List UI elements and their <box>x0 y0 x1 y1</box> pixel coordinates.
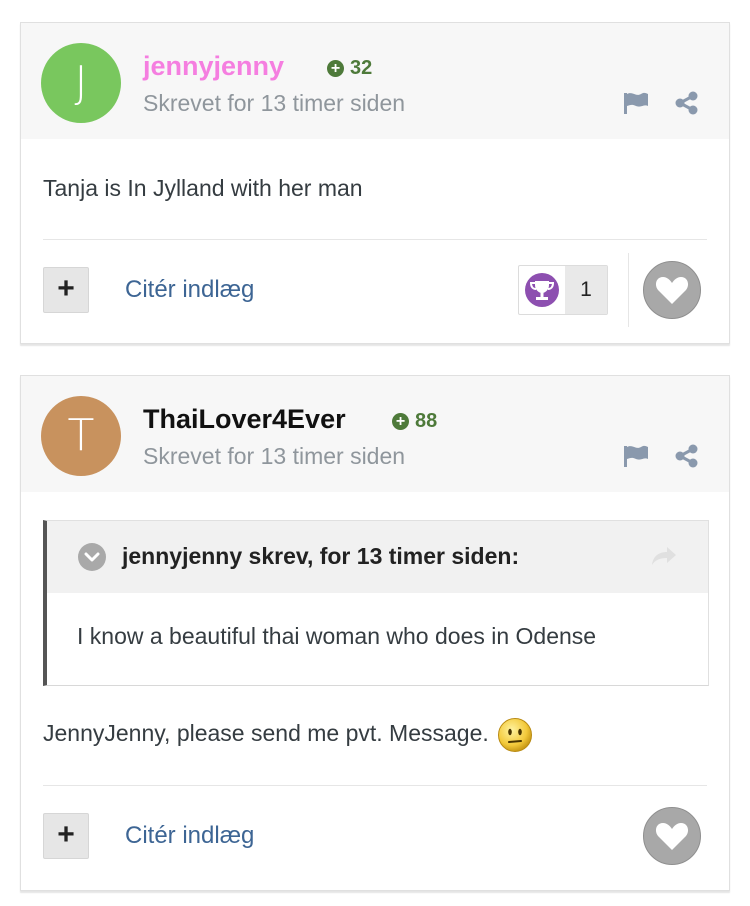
report-flag-icon[interactable] <box>622 444 650 468</box>
quote-body: I know a beautiful thai woman who does i… <box>77 623 597 649</box>
quote-post-link[interactable]: Citér indlæg <box>125 275 254 305</box>
trophy-icon <box>525 273 559 307</box>
divider <box>43 785 707 786</box>
avatar[interactable]: J <box>41 43 121 123</box>
post-header: T ThaiLover4Ever + 88 Skrevet for 13 tim… <box>21 376 729 492</box>
reputation-badge: + 32 <box>327 57 372 79</box>
reputation-plus-icon: + <box>327 59 344 77</box>
reaction-count: 1 <box>565 266 607 314</box>
like-button[interactable] <box>643 807 701 865</box>
quote-header[interactable]: jennyjenny skrev, for 13 timer siden: <box>47 521 708 593</box>
post-header: J jennyjenny + 32 Skrevet for 13 timer s… <box>21 23 729 139</box>
share-icon[interactable] <box>673 91 701 115</box>
reaction-summary[interactable]: 1 <box>518 265 608 315</box>
avatar[interactable]: T <box>41 396 121 476</box>
confused-face-icon <box>497 718 532 752</box>
share-icon[interactable] <box>673 444 701 468</box>
post-content: Tanja is In Jylland with her man <box>43 175 363 201</box>
forum-post: J jennyjenny + 32 Skrevet for 13 timer s… <box>20 22 730 344</box>
heart-icon <box>655 823 689 850</box>
reputation-badge: + 88 <box>392 410 437 432</box>
heart-icon <box>655 277 689 304</box>
blockquote: jennyjenny skrev, for 13 timer siden: I … <box>43 520 709 686</box>
forum-post: T ThaiLover4Ever + 88 Skrevet for 13 tim… <box>20 375 730 891</box>
vertical-divider <box>628 253 629 327</box>
go-to-quote-arrow-icon[interactable] <box>650 545 678 567</box>
chevron-down-icon[interactable] <box>78 543 106 571</box>
post-timestamp[interactable]: Skrevet for 13 timer siden <box>143 89 405 117</box>
report-flag-icon[interactable] <box>622 91 650 115</box>
reputation-count: 32 <box>350 57 373 79</box>
reputation-plus-icon: + <box>392 412 409 430</box>
post-timestamp[interactable]: Skrevet for 13 timer siden <box>143 442 405 470</box>
reputation-count: 88 <box>415 410 438 432</box>
author-name[interactable]: jennyjenny <box>143 49 284 83</box>
divider <box>43 239 707 240</box>
author-name[interactable]: ThaiLover4Ever <box>143 402 346 436</box>
post-content: JennyJenny, please send me pvt. Message. <box>43 717 533 753</box>
post-content-text: JennyJenny, please send me pvt. Message. <box>43 720 489 747</box>
multiquote-button[interactable]: + <box>43 267 89 313</box>
quote-post-link[interactable]: Citér indlæg <box>125 821 254 851</box>
like-button[interactable] <box>643 261 701 319</box>
quote-citation: jennyjenny skrev, for 13 timer siden: <box>122 543 520 569</box>
multiquote-button[interactable]: + <box>43 813 89 859</box>
